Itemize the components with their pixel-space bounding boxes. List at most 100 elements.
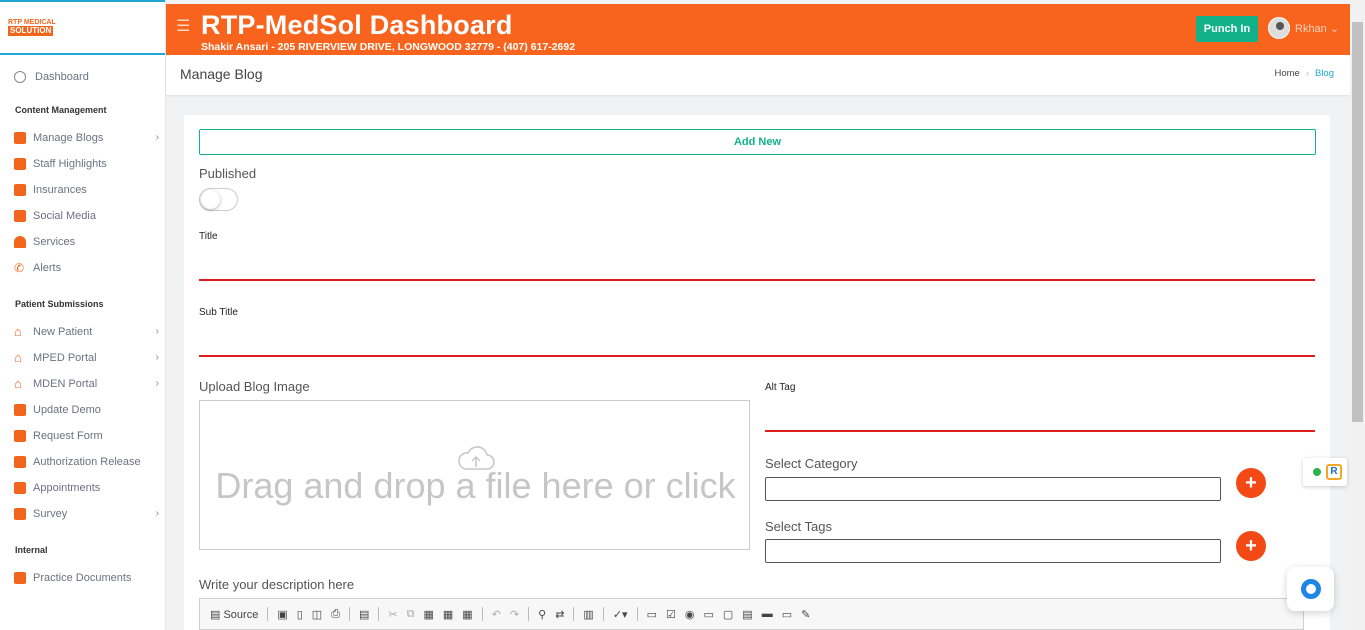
category-select[interactable] xyxy=(765,477,1221,501)
hidden-field-icon[interactable]: ✎ xyxy=(801,608,810,621)
sidebar-item-alerts[interactable]: ✆ Alerts xyxy=(0,255,165,281)
upload-label: Upload Blog Image xyxy=(199,379,310,394)
print-icon[interactable]: ⎙ xyxy=(331,608,340,621)
breadcrumb: Home › Blog xyxy=(1274,68,1334,79)
sidebar-section-content: Content Management xyxy=(15,105,107,115)
select-icon[interactable]: ▤ xyxy=(742,608,752,621)
sidebar-item-label: Services xyxy=(33,236,76,248)
avatar[interactable] xyxy=(1268,17,1290,39)
sidebar-item-dashboard[interactable]: Dashboard xyxy=(0,63,165,91)
textarea-icon[interactable]: ▢ xyxy=(723,608,733,621)
breadcrumb-home[interactable]: Home xyxy=(1274,68,1299,79)
sidebar-item-manage-blogs[interactable]: Manage Blogs › xyxy=(0,125,165,151)
sidebar-item-label: Survey xyxy=(33,508,68,520)
radio-icon[interactable]: ◉ xyxy=(685,608,695,621)
image-button-icon[interactable]: ▭ xyxy=(782,608,792,621)
paste-word-icon[interactable]: ▦ xyxy=(462,608,472,621)
punch-in-button[interactable]: Punch In xyxy=(1196,16,1258,42)
button-icon[interactable]: ▬ xyxy=(762,608,773,620)
textfield-icon[interactable]: ▭ xyxy=(703,608,713,621)
sidebar-item-mden-portal[interactable]: ⌂ MDEN Portal › xyxy=(0,371,165,397)
sidebar-item-social-media[interactable]: Social Media xyxy=(0,203,165,229)
form-icon[interactable]: ▭ xyxy=(647,608,657,621)
cut-icon[interactable]: ✂ xyxy=(388,608,397,621)
templates-icon[interactable]: ▤ xyxy=(359,608,369,621)
sidebar-item-label: Insurances xyxy=(33,184,87,196)
insurance-icon xyxy=(14,184,26,196)
preview-icon[interactable]: ◫ xyxy=(312,608,322,621)
clipboard-icon xyxy=(14,572,26,584)
app-title: RTP-MedSol Dashboard xyxy=(201,10,513,40)
description-label: Write your description here xyxy=(199,577,355,592)
find-icon[interactable]: ⚲ xyxy=(538,608,546,621)
chevron-right-icon: › xyxy=(155,132,159,143)
paste-icon[interactable]: ▦ xyxy=(423,608,433,621)
chart-icon xyxy=(14,508,26,520)
replace-icon[interactable]: ⇄ xyxy=(555,608,564,621)
sidebar-item-practice-documents[interactable]: Practice Documents xyxy=(0,565,165,591)
title-input[interactable] xyxy=(199,279,1315,281)
sidebar-item-mped-portal[interactable]: ⌂ MPED Portal › xyxy=(0,345,165,371)
sidebar-item-insurances[interactable]: Insurances xyxy=(0,177,165,203)
add-new-button[interactable]: Add New xyxy=(199,129,1316,155)
subtitle-label: Sub Title xyxy=(199,307,238,318)
sidebar-item-label: MDEN Portal xyxy=(33,378,98,390)
toolbar-divider xyxy=(636,607,638,621)
user-menu[interactable]: Rkhan ⌄ xyxy=(1295,22,1339,35)
source-label: Source xyxy=(223,608,259,621)
sidebar-item-label: Alerts xyxy=(33,262,62,274)
spellcheck-icon[interactable]: ✓▾ xyxy=(613,608,628,621)
toolbar-divider xyxy=(378,607,380,621)
user-name: Rkhan xyxy=(1295,23,1327,35)
subtitle-input[interactable] xyxy=(199,355,1315,357)
checkbox-icon[interactable]: ☑ xyxy=(666,608,676,621)
sidebar-item-new-patient[interactable]: ⌂ New Patient › xyxy=(0,319,165,345)
sidebar-item-update-demo[interactable]: Update Demo xyxy=(0,397,165,423)
chevron-right-icon: › xyxy=(155,508,159,519)
published-toggle[interactable] xyxy=(199,188,238,211)
home-icon: ⌂ xyxy=(14,350,22,365)
source-button[interactable]: ▤ Source xyxy=(210,608,258,621)
page-scrollbar[interactable] xyxy=(1350,0,1365,630)
chevron-right-icon: › xyxy=(155,352,159,363)
sidebar-item-staff-highlights[interactable]: Staff Highlights xyxy=(0,151,165,177)
tags-select[interactable] xyxy=(765,539,1221,563)
sidebar-item-label: Appointments xyxy=(33,482,101,494)
save-icon[interactable]: ▣ xyxy=(277,608,287,621)
select-all-icon[interactable]: ▥ xyxy=(583,608,593,621)
undo-icon[interactable]: ↶ xyxy=(492,608,501,621)
practice-info: Shakir Ansari - 205 RIVERVIEW DRIVE, LON… xyxy=(201,41,576,53)
calendar-icon xyxy=(14,482,26,494)
sidebar-item-survey[interactable]: Survey › xyxy=(0,501,165,527)
add-tag-button[interactable]: + xyxy=(1236,531,1266,561)
alt-tag-input[interactable] xyxy=(765,430,1315,432)
sidebar-item-label: Staff Highlights xyxy=(33,158,107,170)
category-label: Select Category xyxy=(765,456,858,471)
redo-icon[interactable]: ↷ xyxy=(510,608,519,621)
sidebar-item-appointments[interactable]: Appointments xyxy=(0,475,165,501)
paste-text-icon[interactable]: ▦ xyxy=(443,608,453,621)
status-widget[interactable]: R xyxy=(1303,458,1347,486)
sidebar-item-label: New Patient xyxy=(33,326,93,338)
sidebar-item-label: Update Demo xyxy=(33,404,101,416)
tags-label: Select Tags xyxy=(765,519,832,534)
add-category-button[interactable]: + xyxy=(1236,468,1266,498)
published-label: Published xyxy=(199,166,257,181)
new-page-icon[interactable]: ▯ xyxy=(297,608,303,621)
sidebar-item-label: Manage Blogs xyxy=(33,132,104,144)
breadcrumb-current[interactable]: Blog xyxy=(1315,68,1334,79)
sidebar: RTP MEDICAL SOLUTION Dashboard Content M… xyxy=(0,0,166,630)
lifebuoy-icon xyxy=(1300,579,1321,599)
help-button[interactable] xyxy=(1287,567,1334,611)
document-icon xyxy=(14,430,26,442)
image-dropzone[interactable]: Drag and drop a file here or click xyxy=(199,400,750,550)
menu-icon[interactable]: ☰ xyxy=(176,16,190,36)
sidebar-item-authorization-release[interactable]: Authorization Release xyxy=(0,449,165,475)
sidebar-item-services[interactable]: Services xyxy=(0,229,165,255)
copy-icon[interactable]: ⧉ xyxy=(407,608,415,621)
top-header: ☰ RTP-MedSol Dashboard Shakir Ansari - 2… xyxy=(166,4,1350,55)
scrollbar-thumb[interactable] xyxy=(1352,22,1363,422)
phone-icon: ✆ xyxy=(14,261,25,275)
logo[interactable]: RTP MEDICAL SOLUTION xyxy=(0,0,165,55)
sidebar-item-request-form[interactable]: Request Form xyxy=(0,423,165,449)
